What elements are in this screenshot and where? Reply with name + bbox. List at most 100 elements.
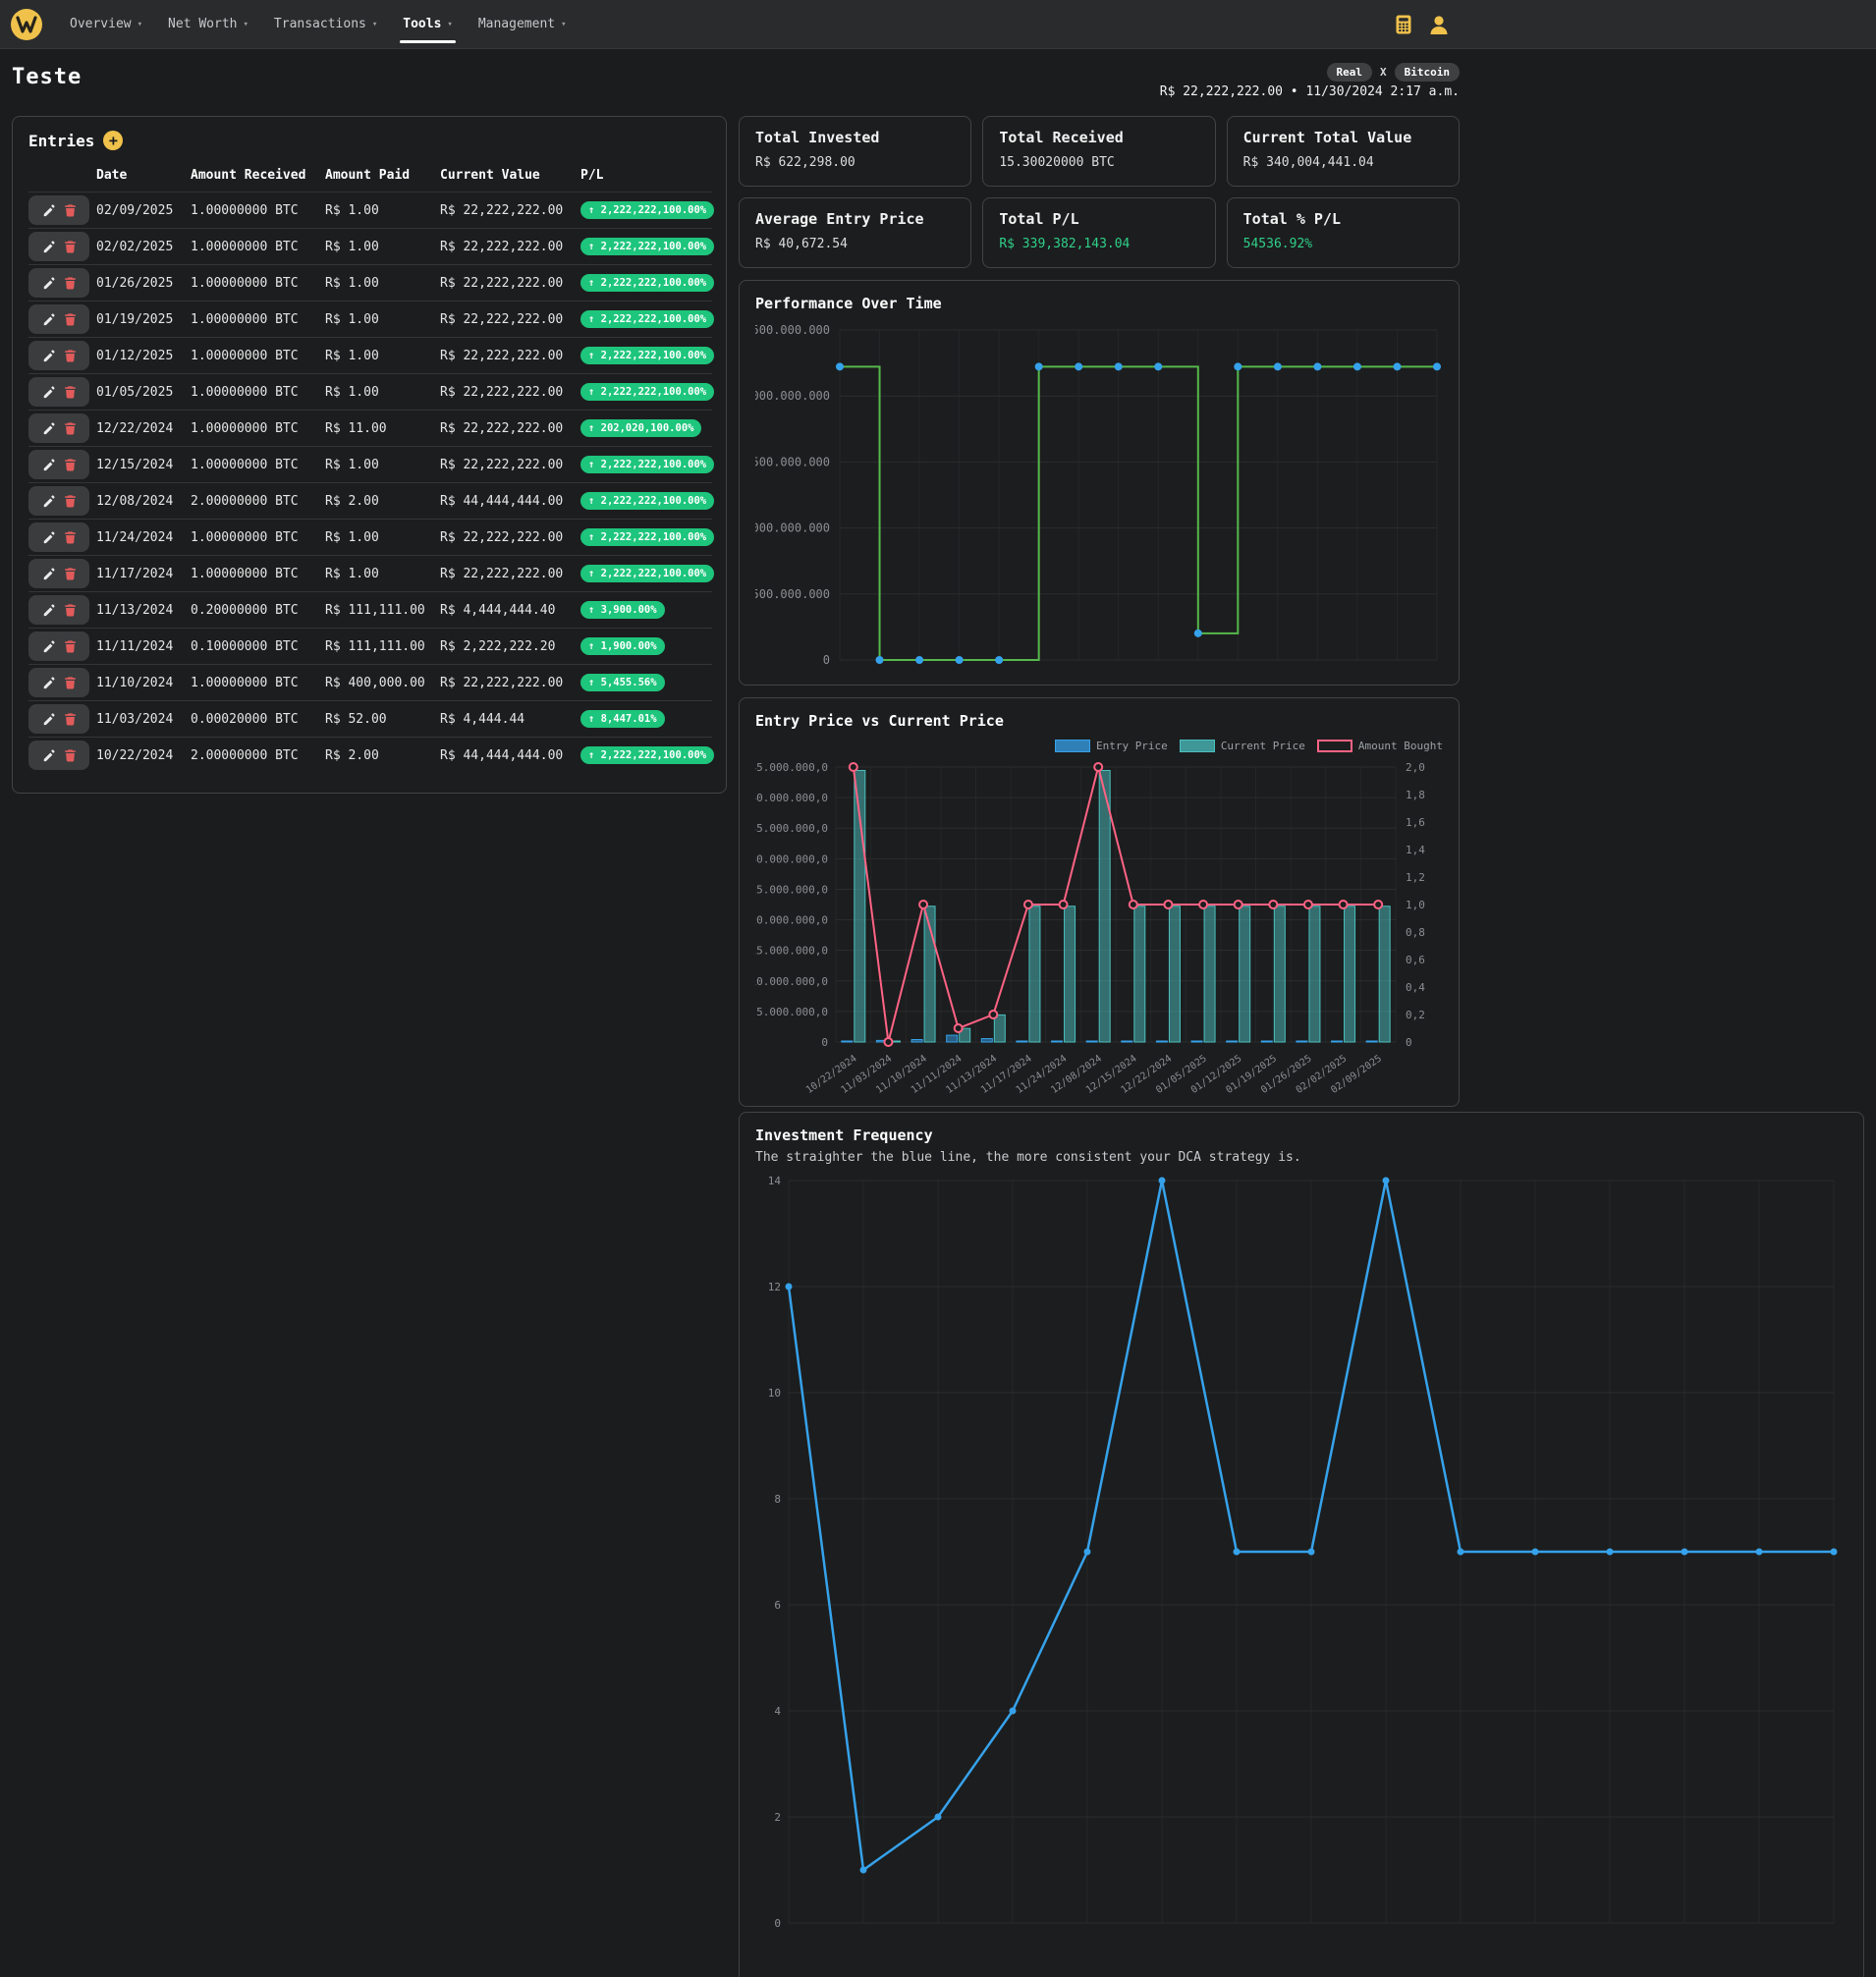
row-actions-cell <box>28 483 96 520</box>
svg-text:15.000.000,0: 15.000.000,0 <box>755 945 828 958</box>
edit-row-button[interactable] <box>42 676 56 689</box>
pl-badge: ↑ 2,222,222,100.00% <box>580 528 714 546</box>
edit-row-button[interactable] <box>42 530 56 544</box>
svg-text:0: 0 <box>1406 1036 1412 1049</box>
stats-grid: Total InvestedR$ 622,298.00Total Receive… <box>739 116 1460 268</box>
delete-row-button[interactable] <box>64 421 77 435</box>
delete-row-button[interactable] <box>64 385 77 399</box>
entry-amount-paid: R$ 2.00 <box>325 483 440 520</box>
delete-row-button[interactable] <box>64 458 77 471</box>
app-logo-icon[interactable] <box>10 8 43 41</box>
entry-amount-received: 0.00020000 BTC <box>191 701 325 738</box>
row-actions-cell <box>28 192 96 229</box>
entry-current-value: R$ 22,222,222.00 <box>440 665 580 701</box>
edit-row-button[interactable] <box>42 312 56 326</box>
legend-item-current-price[interactable]: Current Price <box>1180 740 1305 752</box>
svg-text:1,6: 1,6 <box>1406 816 1425 829</box>
table-row: 10/22/20242.00000000 BTCR$ 2.00R$ 44,444… <box>28 738 712 774</box>
legend-label: Entry Price <box>1096 740 1168 752</box>
delete-row-button[interactable] <box>64 639 77 653</box>
edit-row-button[interactable] <box>42 494 56 508</box>
entry-pl-cell: ↑ 2,222,222,100.00% <box>580 302 712 338</box>
svg-text:10.000.000,0: 10.000.000,0 <box>755 975 828 988</box>
nav-item-net-worth[interactable]: Net Worth▾ <box>155 0 261 48</box>
column-header: Amount Received <box>191 160 325 192</box>
legend-label: Amount Bought <box>1358 740 1443 752</box>
performance-chart: 2.500.000.0002.000.000.0001.500.000.0001… <box>755 318 1445 678</box>
user-icon[interactable] <box>1428 14 1450 35</box>
nav-item-transactions[interactable]: Transactions▾ <box>261 0 390 48</box>
stat-card-current-total-value: Current Total ValueR$ 340,004,441.04 <box>1227 116 1460 187</box>
entry-amount-received: 1.00000000 BTC <box>191 302 325 338</box>
edit-row-button[interactable] <box>42 748 56 762</box>
legend-label: Current Price <box>1221 740 1305 752</box>
delete-row-button[interactable] <box>64 494 77 508</box>
asset-pair-separator: X <box>1380 66 1387 79</box>
entry-pl-cell: ↑ 2,222,222,100.00% <box>580 265 712 302</box>
chevron-down-icon: ▾ <box>561 20 566 29</box>
entry-pl-cell: ↑ 2,222,222,100.00% <box>580 374 712 411</box>
delete-row-button[interactable] <box>64 312 77 326</box>
row-actions-cell <box>28 629 96 665</box>
entry-current-value: R$ 44,444,444.00 <box>440 483 580 520</box>
entry-pl-cell: ↑ 2,222,222,100.00% <box>580 483 712 520</box>
edit-row-button[interactable] <box>42 349 56 362</box>
table-row: 12/08/20242.00000000 BTCR$ 2.00R$ 44,444… <box>28 483 712 520</box>
delete-row-button[interactable] <box>64 603 77 617</box>
entry-current-value: R$ 22,222,222.00 <box>440 447 580 483</box>
nav-item-management[interactable]: Management▾ <box>466 0 579 48</box>
entry-date: 11/03/2024 <box>96 701 191 738</box>
table-row: 11/03/20240.00020000 BTCR$ 52.00R$ 4,444… <box>28 701 712 738</box>
pl-badge: ↑ 2,222,222,100.00% <box>580 746 714 764</box>
edit-row-button[interactable] <box>42 385 56 399</box>
edit-row-button[interactable] <box>42 567 56 580</box>
stat-value: 54536.92% <box>1243 237 1443 251</box>
edit-row-button[interactable] <box>42 458 56 471</box>
legend-item-entry-price[interactable]: Entry Price <box>1055 740 1168 752</box>
add-entry-button[interactable]: + <box>103 131 123 150</box>
delete-row-button[interactable] <box>64 676 77 689</box>
current-price-line: R$ 22,222,222.00 • 11/30/2024 2:17 a.m. <box>1160 84 1460 99</box>
row-actions <box>28 341 89 370</box>
pl-badge: ↑ 2,222,222,100.00% <box>580 492 714 510</box>
entry-amount-received: 1.00000000 BTC <box>191 338 325 374</box>
delete-row-button[interactable] <box>64 567 77 580</box>
table-row: 11/11/20240.10000000 BTCR$ 111,111.00R$ … <box>28 629 712 665</box>
entry-amount-paid: R$ 1.00 <box>325 265 440 302</box>
entry-amount-paid: R$ 1.00 <box>325 229 440 265</box>
delete-row-button[interactable] <box>64 203 77 217</box>
nav-item-overview[interactable]: Overview▾ <box>57 0 155 48</box>
calculator-icon[interactable] <box>1393 14 1414 35</box>
delete-row-button[interactable] <box>64 349 77 362</box>
delete-row-button[interactable] <box>64 240 77 253</box>
stat-card-average-entry-price: Average Entry PriceR$ 40,672.54 <box>739 197 971 268</box>
table-row: 12/15/20241.00000000 BTCR$ 1.00R$ 22,222… <box>28 447 712 483</box>
edit-row-button[interactable] <box>42 240 56 253</box>
svg-text:8: 8 <box>774 1493 781 1506</box>
entry-amount-paid: R$ 1.00 <box>325 192 440 229</box>
table-row: 02/09/20251.00000000 BTCR$ 1.00R$ 22,222… <box>28 192 712 229</box>
table-row: 01/19/20251.00000000 BTCR$ 1.00R$ 22,222… <box>28 302 712 338</box>
delete-row-button[interactable] <box>64 748 77 762</box>
delete-row-button[interactable] <box>64 530 77 544</box>
nav-item-tools[interactable]: Tools▾ <box>390 0 466 48</box>
delete-row-button[interactable] <box>64 712 77 726</box>
chevron-down-icon: ▾ <box>372 20 377 29</box>
row-actions-cell <box>28 556 96 592</box>
row-actions <box>28 595 89 625</box>
entry-pl-cell: ↑ 2,222,222,100.00% <box>580 556 712 592</box>
nav-item-label: Net Worth <box>168 17 237 31</box>
edit-row-button[interactable] <box>42 276 56 290</box>
entry-amount-received: 1.00000000 BTC <box>191 374 325 411</box>
legend-item-amount-bought[interactable]: Amount Bought <box>1317 740 1443 752</box>
edit-row-button[interactable] <box>42 712 56 726</box>
entry-pl-cell: ↑ 5,455.56% <box>580 665 712 701</box>
edit-row-button[interactable] <box>42 421 56 435</box>
row-actions <box>28 741 89 770</box>
svg-text:35.000.000,0: 35.000.000,0 <box>755 822 828 835</box>
edit-row-button[interactable] <box>42 603 56 617</box>
edit-row-button[interactable] <box>42 639 56 653</box>
delete-row-button[interactable] <box>64 276 77 290</box>
edit-row-button[interactable] <box>42 203 56 217</box>
stat-card-total-p-l: Total % P/L54536.92% <box>1227 197 1460 268</box>
